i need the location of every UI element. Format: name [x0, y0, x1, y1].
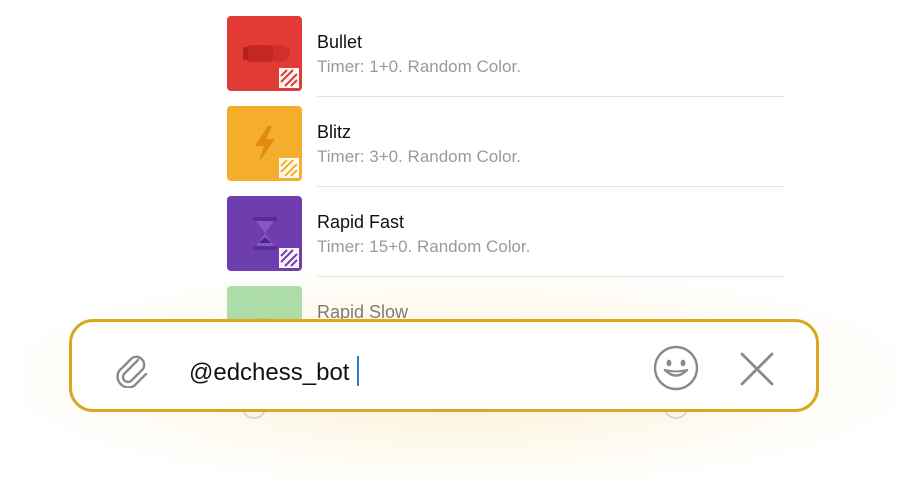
result-subtitle: Timer: 1+0. Random Color. [317, 57, 521, 76]
result-item-bullet[interactable]: Bullet Timer: 1+0. Random Color. [227, 0, 785, 97]
clear-button[interactable] [738, 350, 776, 388]
emoji-button[interactable] [652, 344, 700, 392]
result-title: Blitz [317, 122, 352, 142]
bullet-icon [227, 16, 302, 91]
rapid-fast-thumbnail [227, 196, 302, 271]
hourglass-icon [227, 196, 302, 271]
result-subtitle: Timer: 15+0. Random Color. [317, 237, 531, 256]
bullet-thumbnail [227, 16, 302, 91]
close-icon [740, 352, 774, 386]
result-title: Bullet [317, 32, 363, 52]
turtle-icon [227, 286, 302, 322]
message-input-value: @edchess_bot [189, 359, 350, 386]
blitz-thumbnail [227, 106, 302, 181]
smiley-icon [653, 345, 699, 391]
result-title: Rapid Fast [317, 212, 405, 232]
text-cursor [357, 356, 360, 386]
result-item-blitz[interactable]: Blitz Timer: 3+0. Random Color. [227, 90, 785, 187]
rapid-slow-thumbnail [227, 286, 302, 322]
result-item-rapid-fast[interactable]: Rapid Fast Timer: 15+0. Random Color. [227, 180, 785, 277]
lightning-icon [227, 106, 302, 181]
paperclip-icon [116, 355, 148, 389]
result-item-rapid-slow[interactable]: Rapid Slow [227, 270, 785, 322]
attach-button[interactable] [110, 346, 152, 389]
message-input-bar: @edchess_bot [69, 319, 819, 412]
inline-results-list: Bullet Timer: 1+0. Random Color. Blitz T… [227, 0, 785, 322]
result-subtitle: Timer: 3+0. Random Color. [317, 147, 521, 166]
message-input[interactable]: @edchess_bot [189, 356, 360, 387]
